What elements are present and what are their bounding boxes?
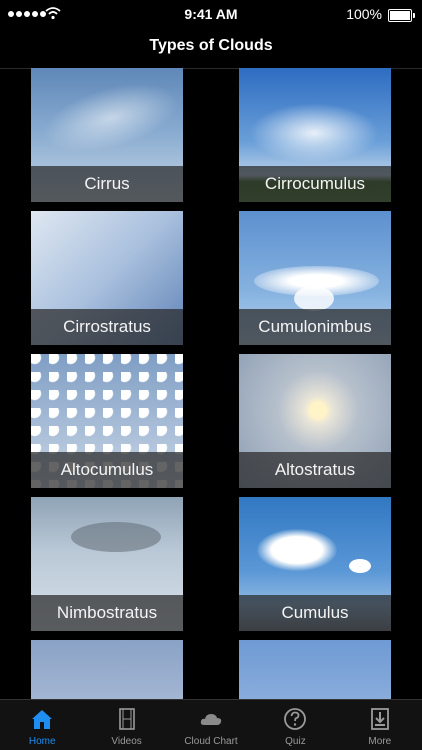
tab-more[interactable]: More [338,700,422,750]
cloud-tile-label: Cumulonimbus [239,309,391,345]
cloud-tile-cirrus[interactable]: Cirrus [31,68,183,202]
cloud-tile-partial[interactable] [31,640,183,700]
film-icon [118,708,135,730]
status-bar: 9:41 AM 100% [0,0,422,30]
cloud-tile-label: Altocumulus [31,452,183,488]
tab-bar: Home Videos Cloud Chart Quiz More [0,699,422,750]
cloud-grid[interactable]: Cirrus Cirrocumulus Cirrostratus Cumulon… [0,68,422,700]
app-screen: 9:41 AM 100% Types of Clouds Cirrus Cirr… [0,0,422,750]
battery-icon [388,9,415,22]
cloud-tile-label: Cirrostratus [31,309,183,345]
tab-label: More [368,736,392,747]
cloud-tile-partial[interactable] [239,640,391,700]
question-icon [284,708,307,730]
cloud-tile-label: Cirrocumulus [239,166,391,202]
navigation-bar: Types of Clouds [0,30,422,69]
tab-label: Videos [111,736,142,747]
cloud-tile-cumulonimbus[interactable]: Cumulonimbus [239,211,391,345]
cloud-photo [239,640,391,700]
cloud-tile-label: Altostratus [239,452,391,488]
tab-cloud-chart[interactable]: Cloud Chart [169,700,253,750]
tab-label: Quiz [285,736,306,747]
cloud-tile-label: Cumulus [239,595,391,631]
cloud-photo [31,640,183,700]
tab-label: Cloud Chart [184,736,238,747]
download-icon [370,708,389,730]
tab-home[interactable]: Home [0,700,84,750]
battery-percent: 100% [346,6,382,22]
home-icon [32,710,53,729]
cloud-tile-altostratus[interactable]: Altostratus [239,354,391,488]
cloud-tile-label: Cirrus [31,166,183,202]
cloud-icon [200,714,222,725]
tab-quiz[interactable]: Quiz [253,700,337,750]
cloud-tile-cirrocumulus[interactable]: Cirrocumulus [239,68,391,202]
cloud-tile-cumulus[interactable]: Cumulus [239,497,391,631]
cloud-tile-cirrostratus[interactable]: Cirrostratus [31,211,183,345]
cloud-tile-nimbostratus[interactable]: Nimbostratus [31,497,183,631]
cloud-tile-altocumulus[interactable]: Altocumulus [31,354,183,488]
cloud-tile-label: Nimbostratus [31,595,183,631]
page-title: Types of Clouds [149,37,273,54]
tab-videos[interactable]: Videos [84,700,168,750]
tab-label: Home [28,736,56,747]
